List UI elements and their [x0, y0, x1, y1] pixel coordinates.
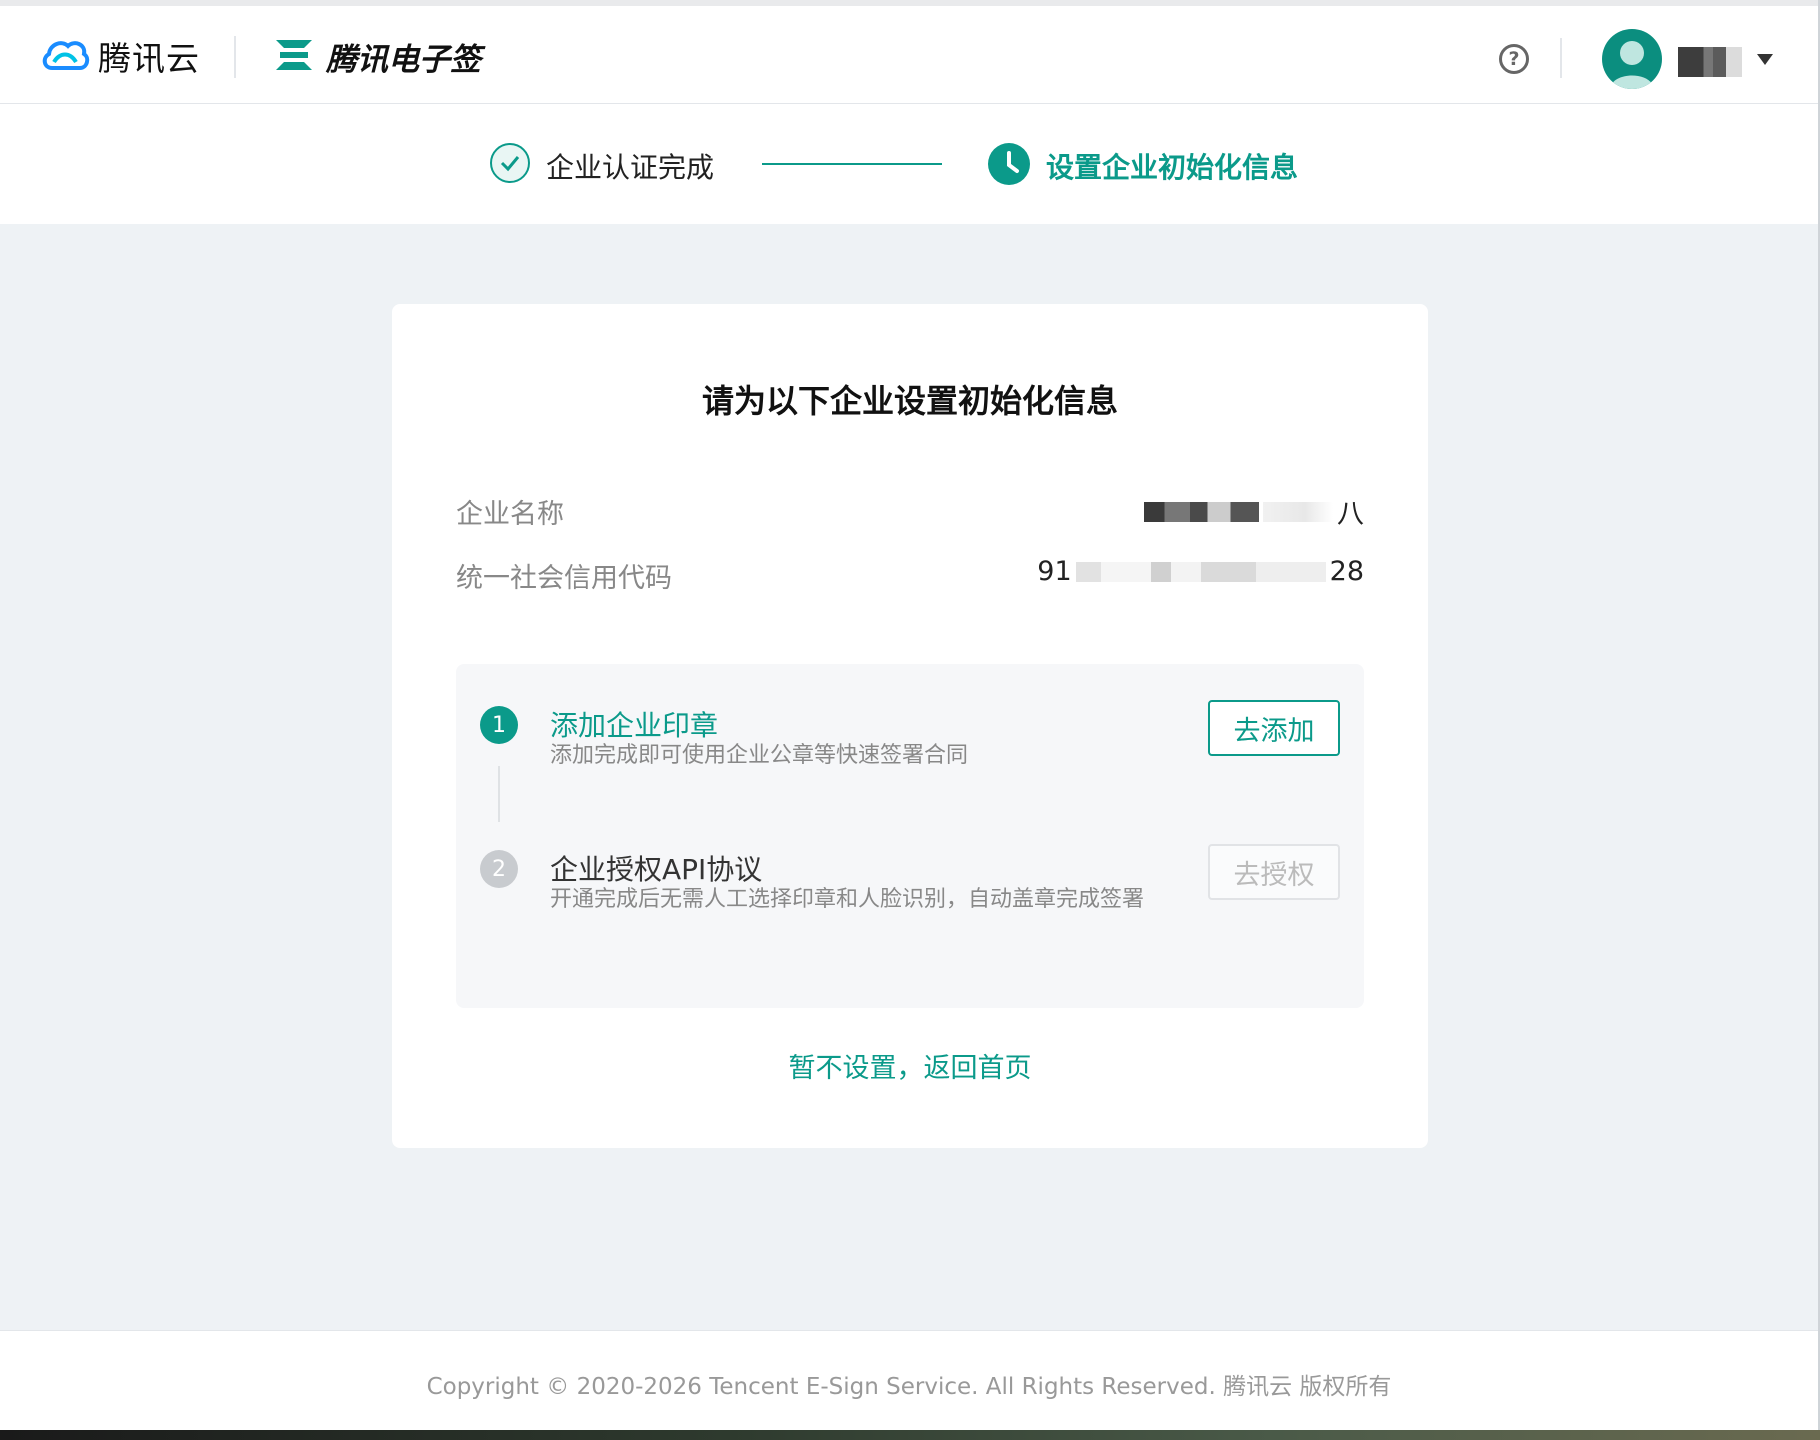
user-name-redacted[interactable]	[1678, 47, 1742, 77]
tencent-cloud-brand[interactable]: 腾讯云	[40, 32, 200, 80]
esign-brand-name: 腾讯电子签	[326, 42, 481, 78]
redacted-block	[1263, 501, 1333, 522]
setup-tasks: 1 添加企业印章 添加完成即可使用企业公章等快速签署合同 去添加 2 企业授权A…	[456, 664, 1364, 1008]
redacted-block	[1144, 501, 1259, 522]
task-2-desc: 开通完成后无需人工选择印章和人脸识别，自动盖章完成签署	[550, 887, 1145, 912]
credit-code-prefix: 91	[1037, 556, 1072, 587]
add-seal-button[interactable]: 去添加	[1208, 700, 1340, 756]
check-circle-icon	[490, 143, 530, 183]
top-header: 腾讯云 腾讯电子签 ?	[0, 0, 1818, 104]
company-name-value: 八	[1144, 492, 1364, 531]
progress-steps: 企业认证完成 设置企业初始化信息	[0, 104, 1818, 224]
copyright-text: Copyright © 2020-2026 Tencent E-Sign Ser…	[426, 1374, 1392, 1400]
step-connector	[762, 163, 942, 165]
esign-logo-icon	[274, 36, 314, 78]
tencent-cloud-brand-name: 腾讯云	[98, 39, 200, 78]
redacted-block	[1075, 561, 1326, 582]
company-name-suffix: 八	[1337, 499, 1364, 530]
company-name-label: 企业名称	[456, 499, 564, 530]
skip-return-home-link[interactable]: 暂不设置，返回首页	[392, 1046, 1428, 1085]
desktop-background-strip	[0, 1430, 1820, 1440]
footer: Copyright © 2020-2026 Tencent E-Sign Ser…	[0, 1330, 1818, 1432]
header-divider	[1560, 38, 1562, 78]
credit-code-value: 91 28	[1037, 556, 1364, 587]
task-1-number: 1	[480, 706, 518, 744]
help-icon[interactable]: ?	[1499, 44, 1529, 74]
app-window: 腾讯云 腾讯电子签 ? 企业认证完成 设置企业初始化信息 请为以下企业设置初始化…	[0, 0, 1820, 1440]
step-1-label: 企业认证完成	[546, 151, 715, 184]
avatar[interactable]	[1602, 29, 1662, 89]
card-title: 请为以下企业设置初始化信息	[701, 382, 1118, 420]
task-2-number: 2	[480, 850, 518, 888]
task-connector	[498, 766, 500, 822]
init-settings-card: 请为以下企业设置初始化信息 企业名称 八 统一社会信用代码 91 28 1 添加…	[392, 304, 1428, 1148]
clock-icon	[988, 143, 1030, 185]
authorize-api-button[interactable]: 去授权	[1208, 844, 1340, 900]
tencent-cloud-logo-icon	[40, 32, 90, 80]
step-2-label: 设置企业初始化信息	[1046, 151, 1299, 184]
chevron-down-icon[interactable]	[1757, 54, 1773, 65]
task-1-desc: 添加完成即可使用企业公章等快速签署合同	[550, 743, 969, 768]
credit-code-label: 统一社会信用代码	[456, 563, 672, 594]
credit-code-suffix: 28	[1329, 556, 1364, 587]
brand-divider	[234, 36, 236, 78]
esign-brand[interactable]: 腾讯电子签	[274, 34, 481, 79]
